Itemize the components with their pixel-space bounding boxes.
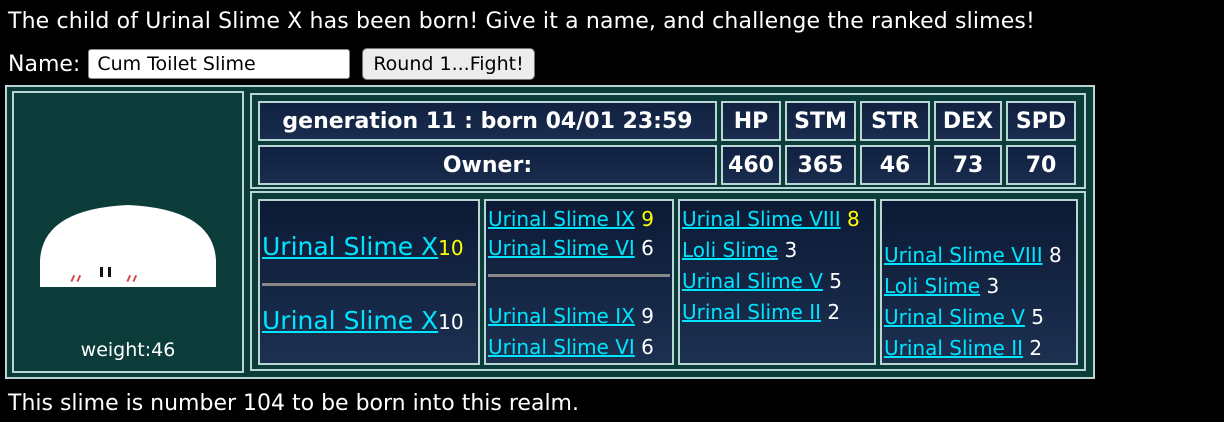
slime-num: 9 [641, 207, 654, 231]
generation-cell: generation 11 : born 04/01 23:59 [258, 101, 717, 141]
grandparent-separator [488, 274, 670, 277]
parent2-entry: Urinal Slime X10 [262, 306, 464, 335]
dex-header: DEX [934, 101, 1002, 141]
pedigree-table: Urinal Slime X10 Urinal Slime X10 Urinal… [250, 191, 1086, 371]
parent1-num: 10 [438, 236, 464, 260]
list-item: Loli Slime 3 [884, 274, 999, 298]
stm-header: STM [785, 101, 856, 141]
slime-link[interactable]: Urinal Slime VIII [682, 207, 841, 231]
parent1-link[interactable]: Urinal Slime X [262, 232, 438, 261]
dex-value-text: 73 [952, 152, 984, 178]
parent1-entry: Urinal Slime X10 [262, 232, 464, 261]
slime-num: 8 [1048, 243, 1062, 267]
slime-link[interactable]: Urinal Slime IX [488, 304, 635, 328]
grandparents-column: Urinal Slime IX 9 Urinal Slime VI 6 Urin… [484, 199, 674, 365]
list-item: Urinal Slime II 2 [884, 336, 1042, 360]
list-item: Urinal Slime V 5 [884, 305, 1044, 329]
slime-num: 8 [846, 207, 860, 231]
list-item: Urinal Slime VI 6 [488, 236, 654, 260]
spd-header-text: SPD [1015, 108, 1067, 134]
slime-link[interactable]: Urinal Slime V [682, 269, 823, 293]
stm-value-text: 365 [797, 152, 844, 178]
list-item: Urinal Slime IX 9 [488, 207, 654, 231]
weight-label: weight:46 [80, 339, 176, 361]
slime-num: 6 [641, 236, 654, 260]
hp-header-text: HP [733, 108, 769, 134]
spd-value: 70 [1006, 145, 1076, 185]
str-header: STR [860, 101, 930, 141]
slime-link[interactable]: Urinal Slime II [682, 300, 821, 324]
fight-button[interactable]: Round 1...Fight! [362, 48, 535, 80]
parent-separator [262, 283, 476, 286]
stm-value: 365 [785, 145, 856, 185]
slime-link[interactable]: Urinal Slime V [884, 305, 1025, 329]
str-header-text: STR [871, 108, 919, 134]
ancestors-column-2: Urinal Slime VIII 8 Loli Slime 3 Urinal … [880, 199, 1078, 365]
slime-link[interactable]: Urinal Slime VI [488, 236, 635, 260]
name-label: Name: [8, 51, 81, 77]
hp-value: 460 [721, 145, 781, 185]
list-item: Loli Slime 3 [682, 238, 797, 262]
stm-header-text: STM [794, 108, 847, 134]
name-input[interactable] [88, 49, 351, 79]
slime-num: 9 [641, 304, 654, 328]
slime-link[interactable]: Urinal Slime IX [488, 207, 635, 231]
parent2-num: 10 [438, 310, 464, 334]
name-form: Name: Round 1...Fight! [8, 46, 535, 82]
str-value: 46 [860, 145, 930, 185]
list-item: Urinal Slime VI 6 [488, 335, 654, 359]
spd-value-text: 70 [1025, 152, 1057, 178]
hp-value-text: 460 [728, 152, 774, 178]
slime-link[interactable]: Loli Slime [682, 238, 778, 262]
str-value-text: 46 [879, 152, 911, 178]
list-item: Urinal Slime IX 9 [488, 304, 654, 328]
owner-cell: Owner: [258, 145, 717, 185]
parent2-link[interactable]: Urinal Slime X [262, 306, 438, 335]
birth-count-text: This slime is number 104 to be born into… [8, 391, 579, 416]
ancestors-column-1: Urinal Slime VIII 8 Loli Slime 3 Urinal … [678, 199, 876, 365]
slime-link[interactable]: Urinal Slime II [884, 336, 1023, 360]
spd-header: SPD [1006, 101, 1076, 141]
list-item: Urinal Slime VIII 8 [884, 243, 1062, 267]
list-item: Urinal Slime V 5 [682, 269, 842, 293]
slime-num: 6 [641, 335, 654, 359]
slime-num: 2 [1029, 336, 1043, 360]
slime-num: 2 [827, 300, 841, 324]
slime-num: 5 [1031, 305, 1044, 329]
list-item: Urinal Slime II 2 [682, 300, 840, 324]
owner-text: Owner: [442, 152, 533, 178]
slime-num: 3 [784, 238, 798, 262]
slime-num: 5 [829, 269, 842, 293]
hp-header: HP [721, 101, 781, 141]
dex-value: 73 [934, 145, 1002, 185]
slime-link[interactable]: Urinal Slime VIII [884, 243, 1043, 267]
slime-portrait: weight:46 [12, 91, 244, 373]
slime-link[interactable]: Loli Slime [884, 274, 980, 298]
parents-column: Urinal Slime X10 Urinal Slime X10 [258, 199, 480, 365]
slime-num: 3 [986, 274, 1000, 298]
stats-table: generation 11 : born 04/01 23:59 HP STM … [250, 93, 1086, 189]
list-item: Urinal Slime VIII 8 [682, 207, 860, 231]
slime-link[interactable]: Urinal Slime VI [488, 335, 635, 359]
dex-header-text: DEX [942, 108, 994, 134]
slime-panel: weight:46 generation 11 : born 04/01 23:… [5, 85, 1095, 379]
slime-image [40, 205, 216, 287]
page-heading: The child of Urinal Slime X has been bor… [8, 9, 1036, 34]
generation-text: generation 11 : born 04/01 23:59 [282, 108, 693, 134]
